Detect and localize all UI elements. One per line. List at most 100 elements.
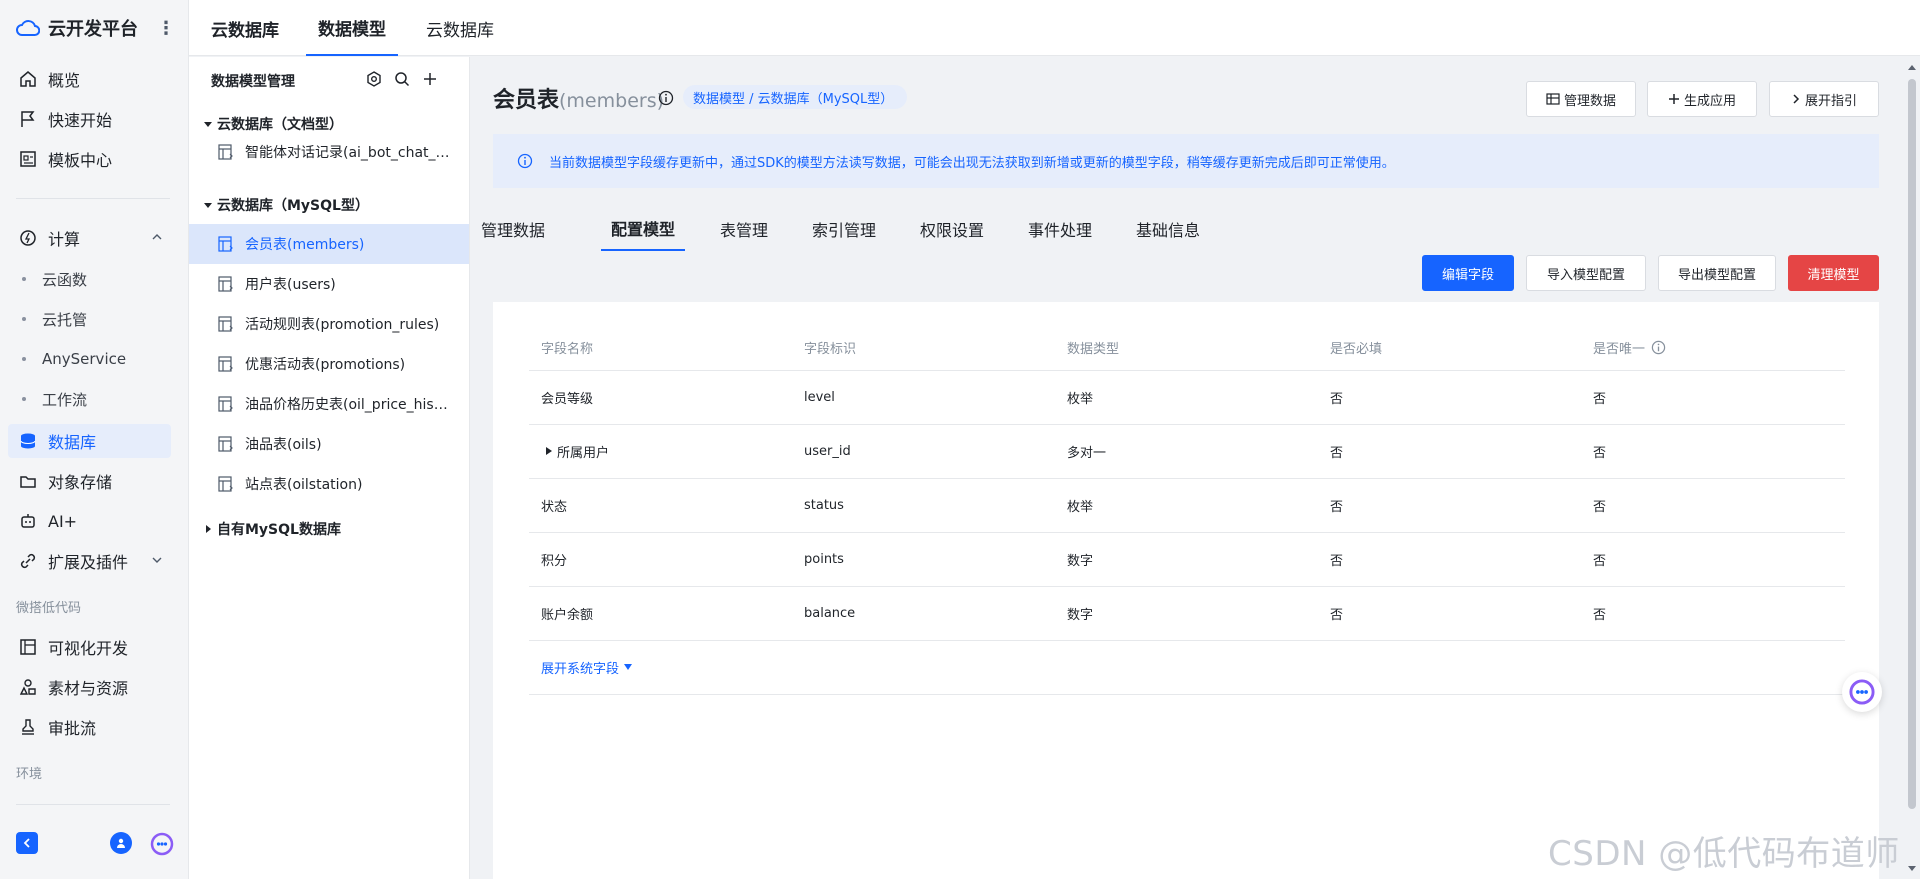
scroll-thumb[interactable]: [1908, 79, 1916, 809]
column-header: 是否必填: [1318, 326, 1581, 371]
tab-manage-data[interactable]: 管理数据: [481, 207, 545, 251]
tree-item-label: 站点表(oilstation): [245, 477, 363, 493]
expand-guide-button[interactable]: 展开指引: [1769, 81, 1879, 117]
floating-assistant-button[interactable]: [1842, 672, 1882, 712]
nav-divider: [16, 804, 170, 805]
cell-field-name: 积分: [529, 532, 792, 587]
nav-item-object-storage[interactable]: 对象存储: [8, 464, 171, 498]
tree-item-ai-bot-chat-history[interactable]: 智能体对话记录(ai_bot_chat_history): [189, 132, 469, 172]
tree-item-users[interactable]: 用户表(users): [189, 264, 469, 304]
cell-required: 否: [1318, 424, 1581, 479]
export-model-config-button[interactable]: 导出模型配置: [1658, 255, 1776, 291]
nav-item-extensions[interactable]: 扩展及插件: [8, 544, 171, 578]
tree-item-promotions[interactable]: 优惠活动表(promotions): [189, 344, 469, 384]
clear-model-button[interactable]: 清理模型: [1788, 255, 1879, 291]
tree-item-promotion-rules[interactable]: 活动规则表(promotion_rules): [189, 304, 469, 344]
nav-item-database[interactable]: 数据库: [8, 424, 171, 458]
tab-basic-info[interactable]: 基础信息: [1136, 207, 1200, 251]
home-icon: [18, 69, 38, 89]
assistant-bot-icon[interactable]: [150, 832, 174, 856]
collapse-sidebar-button[interactable]: [16, 832, 38, 854]
generate-app-button[interactable]: 生成应用: [1647, 81, 1757, 117]
nav-item-label: AI+: [48, 511, 78, 531]
tree-item-members[interactable]: 会员表(members): [189, 224, 469, 264]
caret-right-icon: [203, 524, 213, 534]
tree-item-label: 优惠活动表(promotions): [245, 357, 406, 373]
cell-unique: 否: [1581, 586, 1845, 641]
brand-title: 云开发平台: [48, 19, 138, 40]
table-schema-icon: [217, 315, 235, 333]
tab-cloud-database-header[interactable]: 云数据库: [211, 0, 279, 56]
caret-right-icon[interactable]: [545, 446, 553, 456]
search-icon[interactable]: [393, 70, 411, 88]
nav-item-ai[interactable]: AI+: [8, 504, 171, 538]
tree-item-oilstation[interactable]: 站点表(oilstation): [189, 464, 469, 504]
cell-field-id: user_id: [792, 424, 1055, 479]
tree-item-label: 智能体对话记录(ai_bot_chat_history): [245, 145, 450, 161]
manage-data-button[interactable]: 管理数据: [1526, 81, 1636, 117]
scroll-down-arrow[interactable]: [1907, 865, 1917, 873]
table-row[interactable]: 所属用户 user_id 多对一 否 否: [529, 424, 1845, 479]
nav-item-label: 扩展及插件: [48, 553, 129, 572]
nav-sub-cloud-function[interactable]: 云函数: [8, 263, 171, 295]
tree-group-own-mysql[interactable]: 自有MySQL数据库: [203, 519, 341, 539]
nav-item-visual-dev[interactable]: 可视化开发: [8, 630, 171, 664]
table-schema-icon: [217, 275, 235, 293]
tab-table-management[interactable]: 表管理: [720, 207, 768, 251]
nav-item-assets[interactable]: 素材与资源: [8, 670, 171, 704]
cell-field-name-expandable[interactable]: 所属用户: [529, 424, 792, 479]
tab-index-management[interactable]: 索引管理: [812, 207, 876, 251]
tree-group-document-db[interactable]: 云数据库（文档型）: [203, 114, 343, 134]
caret-down-icon: [203, 119, 213, 129]
nav-sub-cloud-hosting[interactable]: 云托管: [8, 303, 171, 335]
info-circle-icon: [517, 153, 533, 169]
expand-guide-label: 展开指引: [1804, 93, 1857, 109]
table-row[interactable]: 账户余额 balance 数字 否 否: [529, 586, 1845, 641]
tab-data-model[interactable]: 数据模型: [306, 0, 398, 56]
model-tree-panel: 数据模型管理 云数据库（文档型） 智能体对话记录(ai_bot_chat_his…: [189, 57, 470, 879]
tree-item-oil-price-history[interactable]: 油品价格历史表(oil_price_history): [189, 384, 469, 424]
nav-sub-label: 工作流: [42, 390, 88, 409]
settings-icon[interactable]: [365, 70, 383, 88]
info-icon[interactable]: [658, 90, 674, 106]
table-icon: [1546, 92, 1560, 106]
tab-cloud-database[interactable]: 云数据库: [426, 0, 494, 56]
tab-permission-settings[interactable]: 权限设置: [920, 207, 984, 251]
tree-item-oils[interactable]: 油品表(oils): [189, 424, 469, 464]
assistant-bot-icon: [1848, 678, 1876, 706]
cell-field-id: balance: [792, 586, 1055, 641]
nav-sub-label: 云托管: [42, 310, 88, 329]
tab-configure-model[interactable]: 配置模型: [601, 207, 686, 251]
nav-item-compute[interactable]: 计算: [8, 221, 171, 255]
cell-field-name: 状态: [529, 478, 792, 533]
table-row[interactable]: 积分 points 数字 否 否: [529, 532, 1845, 587]
nav-item-approval[interactable]: 审批流: [8, 710, 171, 744]
table-row[interactable]: 会员等级 level 枚举 否 否: [529, 370, 1845, 425]
tree-item-label: 会员表(members): [245, 237, 365, 253]
nav-item-templates[interactable]: 模板中心: [8, 142, 171, 176]
cell-field-id: points: [792, 532, 1055, 587]
nav-sub-anyservice[interactable]: AnyService: [8, 343, 171, 375]
brand[interactable]: 云开发平台: [16, 16, 138, 40]
edit-fields-button[interactable]: 编辑字段: [1422, 255, 1514, 291]
tree-group-mysql-db[interactable]: 云数据库（MySQL型）: [203, 195, 369, 215]
scroll-up-arrow[interactable]: [1907, 63, 1917, 71]
more-vertical-icon[interactable]: ⋮: [157, 16, 175, 40]
nav-item-overview[interactable]: 概览: [8, 62, 171, 96]
info-icon[interactable]: [1651, 340, 1666, 355]
expand-system-fields-link[interactable]: 展开系统字段: [541, 658, 633, 677]
add-icon[interactable]: [421, 70, 439, 88]
table-row[interactable]: 状态 status 枚举 否 否: [529, 478, 1845, 533]
nav-item-quickstart[interactable]: 快速开始: [8, 102, 171, 136]
fields-card: 字段名称 字段标识 数据类型 是否必填 是否唯一 会员等级 level 枚举 否…: [493, 302, 1879, 879]
table-header-row: 字段名称 字段标识 数据类型 是否必填 是否唯一: [529, 326, 1845, 371]
page-scrollbar[interactable]: [1903, 57, 1920, 879]
import-model-config-button[interactable]: 导入模型配置: [1526, 255, 1646, 291]
nav-sub-workflow[interactable]: 工作流: [8, 383, 171, 415]
user-avatar[interactable]: [110, 832, 132, 854]
tree-group-label: 云数据库（文档型）: [217, 117, 343, 133]
tab-event-handling[interactable]: 事件处理: [1028, 207, 1092, 251]
table-schema-icon: [217, 395, 235, 413]
page-title-name: 会员表: [493, 88, 560, 113]
storage-icon: [18, 471, 38, 491]
